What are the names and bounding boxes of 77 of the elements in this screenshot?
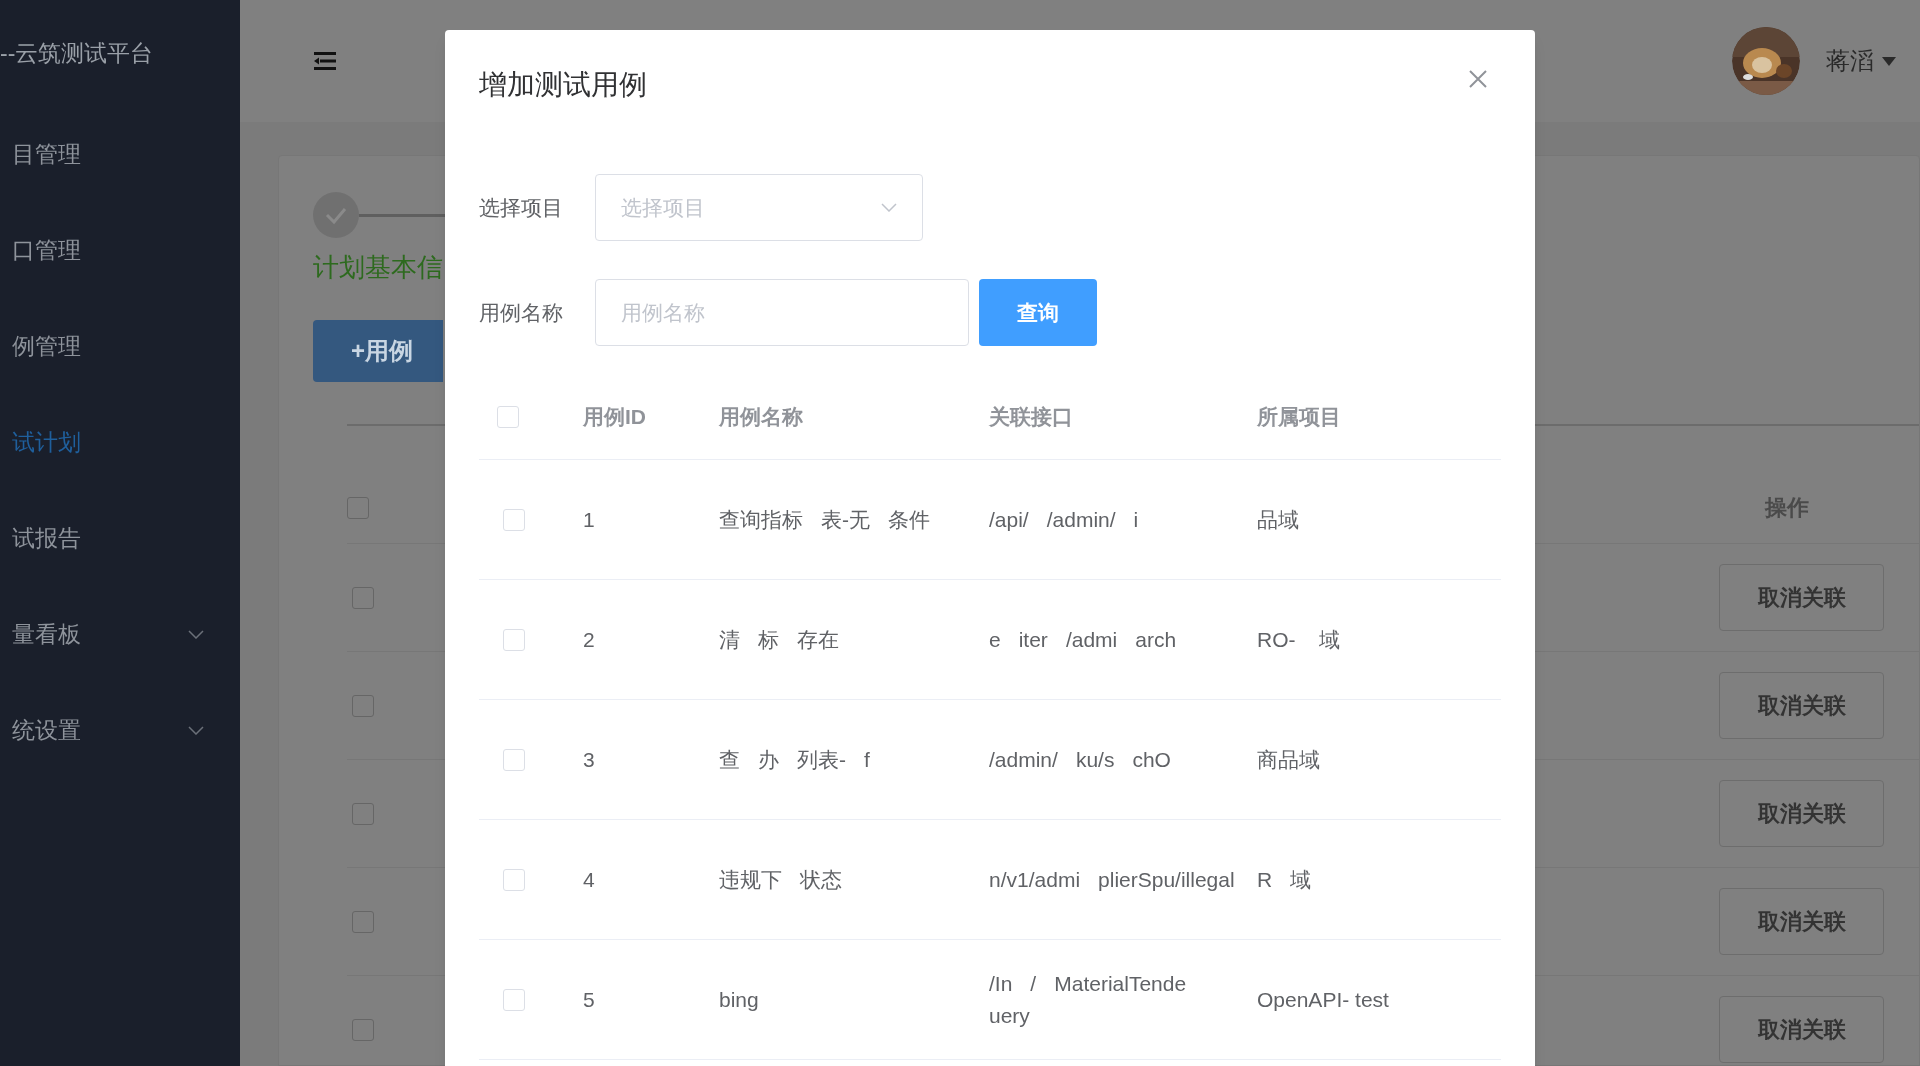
table-cell-text: /In xyxy=(989,970,1013,997)
table-cell: R 域 xyxy=(1257,867,1311,891)
table-cell-text: ku/s xyxy=(1075,746,1115,773)
table-cell-text: 标 xyxy=(758,626,779,653)
checkbox[interactable] xyxy=(352,586,374,609)
unlink-button[interactable]: 取消关联 xyxy=(1719,780,1884,847)
table-cell-text: plierSpu/illegal xyxy=(1098,866,1235,893)
field-label: 选择项目 xyxy=(479,194,564,221)
chevron-icon xyxy=(188,725,204,735)
table-cell-text: 表-无 xyxy=(821,506,870,533)
dialog-title: 增加测试用例 xyxy=(479,68,647,102)
sidebar-item[interactable]: 例管理 xyxy=(0,298,240,394)
sidebar-item[interactable]: 目管理 xyxy=(0,106,240,202)
table-cell-text: /admin/ xyxy=(989,746,1058,773)
check-icon xyxy=(313,192,359,238)
checkbox[interactable] xyxy=(352,694,374,717)
unlink-button[interactable]: 取消关联 xyxy=(1719,888,1884,955)
checkbox[interactable] xyxy=(352,802,374,825)
search-button[interactable]: 查询 xyxy=(979,279,1097,346)
table-cell-text: 状态 xyxy=(800,866,842,893)
user-menu[interactable]: 蒋滔 xyxy=(1826,43,1896,79)
sidebar-item[interactable]: 口管理 xyxy=(0,202,240,298)
close-icon[interactable] xyxy=(1469,70,1487,88)
table-cell-text: arch xyxy=(1135,626,1177,653)
table-cell-text: n/v1/admi xyxy=(989,866,1081,893)
unlink-button[interactable]: 取消关联 xyxy=(1719,564,1884,631)
table-cell-text: i xyxy=(1133,506,1139,533)
checkbox[interactable] xyxy=(352,1018,374,1041)
table-cell-text: 查 xyxy=(719,746,740,773)
table-cell: 2 xyxy=(583,627,595,651)
table-cell-text: 查询指标 xyxy=(719,506,803,533)
table-cell-text: 办 xyxy=(758,746,779,773)
sidebar-item[interactable]: 试计划 xyxy=(0,394,240,490)
step-title: 计划基本信 xyxy=(313,251,444,284)
table-cell-text: chO xyxy=(1132,746,1171,773)
platform-title: --云筑测试平台 xyxy=(0,38,154,68)
chevron-icon xyxy=(188,629,204,639)
input-field[interactable]: 用例名称 xyxy=(595,279,969,346)
caret-icon xyxy=(1882,56,1896,66)
table-cell-text: 违规下 xyxy=(719,866,782,893)
column-header: 用例ID xyxy=(583,404,646,428)
table-cell-text: /admi xyxy=(1065,626,1118,653)
table-cell-text: f xyxy=(864,746,870,773)
add-case-button[interactable]: +用例 xyxy=(313,320,443,382)
table-cell-text: 存在 xyxy=(797,626,839,653)
table-cell-text: MaterialTende xyxy=(1054,970,1187,997)
table-cell-text: /admin/ xyxy=(1046,506,1116,533)
table-cell-text: 清 xyxy=(719,626,740,653)
table-cell-text: 列表- xyxy=(797,746,846,773)
menu-icon[interactable] xyxy=(314,52,336,70)
table-cell-text: e xyxy=(989,626,1001,653)
sidebar-item[interactable]: 统设置 xyxy=(0,682,240,778)
unlink-button[interactable]: 取消关联 xyxy=(1719,996,1884,1063)
table-cell-text: /api/ xyxy=(989,506,1029,533)
table-cell: 1 xyxy=(583,507,595,531)
column-header: 用例名称 xyxy=(719,404,803,428)
table-cell: 3 xyxy=(583,747,595,771)
table-cell-text: iter xyxy=(1018,626,1048,653)
checkbox[interactable] xyxy=(347,496,369,519)
table-cell-text: 条件 xyxy=(888,506,930,533)
table-cell-text: uery xyxy=(989,1002,1030,1029)
chevron-icon xyxy=(881,203,897,212)
column-header: 关联接口 xyxy=(989,404,1073,428)
column-header: 所属项目 xyxy=(1257,404,1341,428)
table-cell: RO- 域 xyxy=(1257,627,1340,651)
table-cell: 商品域 xyxy=(1257,747,1320,771)
sidebar-item[interactable]: 量看板 xyxy=(0,586,240,682)
table-cell: 5 xyxy=(583,987,595,1011)
table-cell: 4 xyxy=(583,867,595,891)
unlink-button[interactable]: 取消关联 xyxy=(1719,672,1884,739)
field-label: 用例名称 xyxy=(479,299,564,326)
table-cell-text: / xyxy=(1030,970,1037,997)
table-cell: 品域 xyxy=(1257,507,1299,531)
table-cell: OpenAPI- test xyxy=(1257,987,1389,1011)
checkbox[interactable] xyxy=(352,910,374,933)
sidebar-item[interactable]: 试报告 xyxy=(0,490,240,586)
table-cell-text: bing xyxy=(719,986,759,1013)
